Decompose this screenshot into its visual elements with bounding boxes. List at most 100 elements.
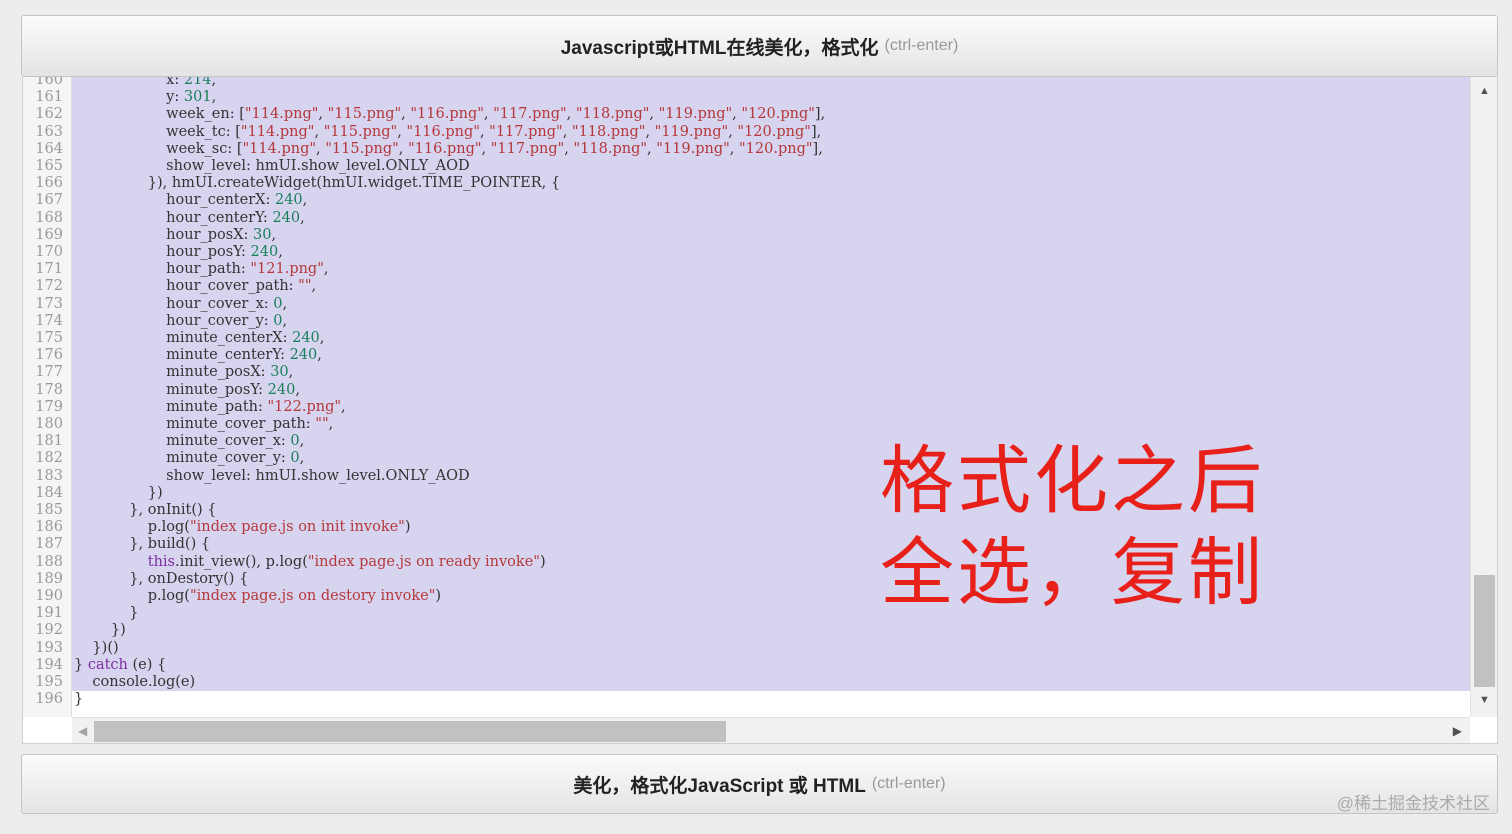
code-line: y: 301, [72,89,1470,107]
line-number: 186 [35,519,63,536]
code-token: week_en: [ [74,106,245,123]
horizontal-scroll-thumb[interactable] [94,721,726,742]
line-number: 187 [35,536,63,553]
code-token: (e) { [127,656,167,673]
code-token: ], [812,140,823,157]
code-line: }), hmUI.createWidget(hmUI.widget.TIME_P… [72,175,1470,193]
line-number: 166 [35,175,63,192]
line-number: 175 [35,330,63,346]
code-token: , [318,106,328,123]
code-token: "118.png" [571,123,646,140]
code-token: , [398,140,409,157]
watermark: @稀土掘金技术社区 [1336,794,1490,813]
scroll-right-icon[interactable]: ▶ [1453,718,1462,743]
code-token: minute_cover_x: [74,433,291,450]
code-token: 30 [253,226,272,243]
code-token: , [729,140,740,157]
code-line: x: 214, [72,77,1470,90]
code-token: 0 [290,433,300,450]
code-token: 301 [183,89,212,106]
code-token: , [316,140,326,157]
code-token: }) [74,484,163,501]
code-token: catch [87,656,128,673]
code-token: minute_posX: [74,364,271,381]
code-line: hour_centerX: 240, [72,192,1470,210]
code-token: , [314,123,324,140]
line-number: 160 [35,77,63,88]
code-line: hour_path: "121.png", [72,261,1470,279]
code-token: "116.png" [410,106,484,123]
code-token: "114.png" [240,123,315,140]
code-line: minute_posX: 30, [72,364,1470,382]
code-token: minute_centerX: [74,330,293,346]
scroll-up-icon[interactable]: ▲ [1471,85,1497,97]
code-token: , [319,330,325,346]
code-line: minute_centerX: 240, [72,330,1470,348]
line-number: 180 [35,416,63,432]
line-number: 196 [35,691,63,708]
code-token: "117.png" [489,123,563,140]
code-token: "120.png" [741,106,815,123]
code-token: 240 [289,347,318,364]
code-token: }, onDestory() { [74,570,249,587]
code-token: minute_cover_path: [74,416,316,432]
code-token: , [282,295,288,312]
code-token: }) [74,622,126,639]
code-line: minute_centerY: 240, [72,347,1470,365]
code-token: hour_cover_y: [74,312,274,329]
code-token: hour_posX: [74,226,254,243]
code-token: , [295,381,300,398]
code-token: , [401,106,411,123]
code-token: , [564,140,574,157]
code-token: y: [74,89,184,106]
code-token: hour_centerY: [74,209,273,226]
line-number: 185 [35,502,63,518]
line-number: 164 [35,140,63,157]
code-token: , [317,347,322,364]
line-number: 182 [35,450,63,467]
shortcut-hint: (ctrl-enter) [884,37,959,54]
code-token: , [302,192,308,209]
vertical-scroll-thumb[interactable] [1474,575,1495,687]
code-line: hour_cover_y: 0, [72,312,1470,330]
code-token: "118.png" [575,106,650,123]
scroll-down-icon[interactable]: ▼ [1471,694,1497,706]
code-token: 240 [267,381,296,398]
line-number: 190 [35,588,63,604]
code-line: hour_posY: 240, [72,244,1470,262]
code-token: "115.png" [327,106,402,123]
code-token: , [647,140,657,157]
format-button-top[interactable]: Javascript或HTML在线美化，格式化 (ctrl-enter) [21,15,1498,77]
code-token: .init_view(), p.log( [175,553,308,570]
format-button-bottom[interactable]: 美化，格式化JavaScript 或 HTML (ctrl-enter) [21,754,1498,814]
code-token: x: [74,77,184,88]
line-number: 177 [35,364,63,381]
code-line: show_level: hmUI.show_level.ONLY_AOD [72,158,1470,176]
code-editor[interactable]: 160 161 162 163 164 165 166 167 168 169 170 171 172 1… [22,77,1498,744]
code-token: minute_posY: [74,381,268,398]
line-number: 181 [35,433,63,450]
code-line: hour_cover_x: 0, [72,295,1470,313]
code-content[interactable]: x: 214, y: 301, week_en: ["114.png", "11… [72,77,1470,717]
code-token: "119.png" [658,106,733,123]
code-line: })() [72,639,1470,657]
line-number: 172 [35,278,63,295]
code-token: "117.png" [490,140,565,157]
code-token: , [211,77,217,88]
code-token: "122.png" [267,398,342,415]
line-number: 170 [35,244,63,260]
horizontal-scrollbar[interactable]: ◀ ▶ [72,717,1470,743]
line-number: 174 [35,312,63,329]
code-token: , [483,106,494,123]
scroll-left-icon[interactable]: ◀ [78,718,87,743]
code-token: "121.png" [250,261,324,278]
code-token: "114.png" [242,140,317,157]
line-number: 178 [35,381,63,398]
code-token: "115.png" [323,123,398,140]
code-line: week_sc: ["114.png", "115.png", "116.png… [72,140,1470,158]
code-token: "index page.js on ready invoke" [307,553,540,570]
code-token: hour_path: [74,261,251,278]
format-button-label: Javascript或HTML在线美化，格式化 [560,37,879,59]
line-number: 173 [35,295,63,312]
vertical-scrollbar[interactable]: ▲ ▼ [1470,77,1497,717]
